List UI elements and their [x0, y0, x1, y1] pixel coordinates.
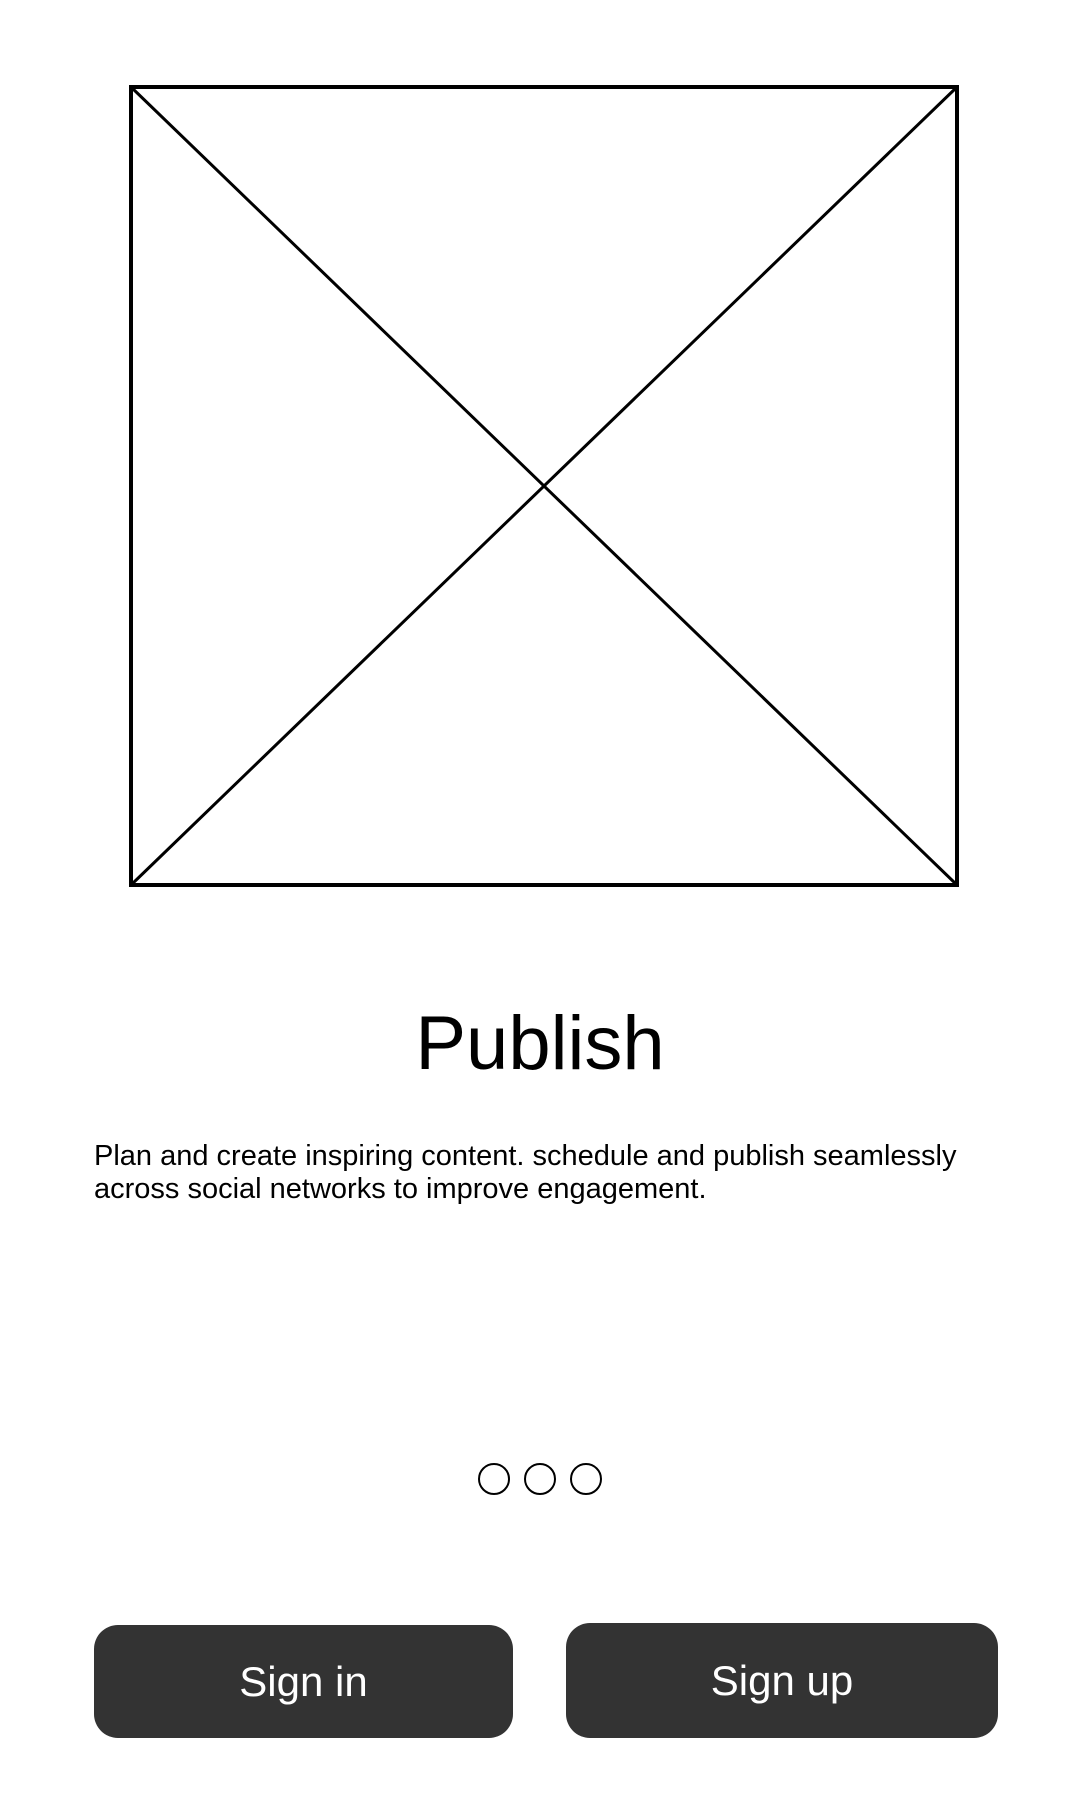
page-indicator-dot[interactable] [524, 1463, 556, 1495]
page-title: Publish [415, 1001, 665, 1086]
page-indicator [0, 1463, 1080, 1495]
page-indicator-dot[interactable] [478, 1463, 510, 1495]
sign-in-button[interactable]: Sign in [94, 1625, 513, 1738]
image-placeholder-icon [129, 85, 959, 887]
sign-up-button[interactable]: Sign up [566, 1623, 998, 1738]
page-description: Plan and create inspiring content. sched… [94, 1140, 957, 1205]
page-indicator-dot[interactable] [570, 1463, 602, 1495]
